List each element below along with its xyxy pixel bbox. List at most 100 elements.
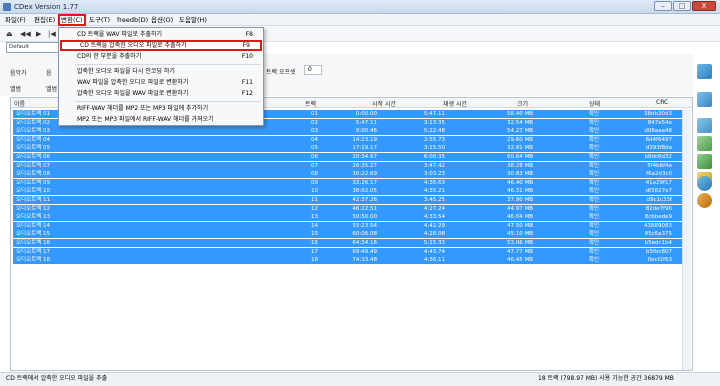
album-value[interactable]: 앨범 <box>46 84 57 93</box>
table-row[interactable]: 오디오트랙 13 13 50:50.00 4:33.54 46.04 MB 확인 8cbbe… <box>13 213 682 222</box>
track-number: 18 <box>311 257 318 264</box>
col-size[interactable]: 크기 <box>517 99 528 108</box>
menu-help[interactable]: 도움말(H) <box>178 15 208 25</box>
table-row[interactable]: 오디오트랙 14 14 55:23.54 4:42.29 47.50 MB 확인 43889… <box>13 221 682 230</box>
start-time: 38:02.05 <box>352 188 377 195</box>
col-track[interactable]: 트랙 <box>305 99 316 108</box>
status: 확인 <box>589 240 600 246</box>
extract-wav-icon[interactable] <box>697 64 712 79</box>
length: 6:00.35 <box>423 154 445 160</box>
menu-item-reencode[interactable]: 압축한 오디오 파일을 다시 인코딩 하기 <box>59 67 263 76</box>
menu-item-compressed-to-wav[interactable]: 압축한 오디오 파일을 WAV 파일로 변환하기 F12 <box>59 89 263 98</box>
length: 4:43.74 <box>423 248 445 255</box>
crc: d9c1c33f <box>646 197 672 203</box>
length: 3:45.25 <box>423 197 445 203</box>
menu-edit[interactable]: 편집(E) <box>33 15 56 25</box>
close-button[interactable]: X <box>692 1 716 11</box>
table-row[interactable]: 오디오트랙 07 07 26:35.27 3:47.42 38.28 MB 확인 5f4b6… <box>13 161 682 170</box>
col-status[interactable]: 상태 <box>589 99 600 108</box>
status: 확인 <box>589 222 600 229</box>
drive-select[interactable]: Default <box>6 42 66 53</box>
menu-item-extract-wav[interactable]: CD 트랙을 WAV 파일로 추출하기 F8 <box>59 30 263 39</box>
crc: f6a2d3c0 <box>646 171 672 178</box>
menu-convert[interactable]: 변환(C) <box>58 14 86 26</box>
table-row[interactable]: 오디오트랙 17 17 69:49.49 4:43.74 47.77 MB 확인 b5fbc… <box>13 247 682 256</box>
playlist-icon[interactable] <box>697 136 712 151</box>
crc: b5edc1b4 <box>644 240 672 246</box>
track-name: 오디오트랙 07 <box>16 162 51 169</box>
menu-options[interactable]: 옵션(O) <box>150 15 174 25</box>
minimize-button[interactable]: – <box>654 1 672 11</box>
status: 확인 <box>589 111 600 117</box>
size: 30.83 MB <box>506 171 533 178</box>
track-name: 오디오트랙 06 <box>16 154 51 160</box>
track-name: 오디오트랙 14 <box>16 222 51 229</box>
table-row[interactable]: 오디오트랙 18 18 74:33.48 4:36.11 46.45 MB 확인 0ecf2… <box>13 256 682 265</box>
app-icon <box>3 3 11 11</box>
track-number: 02 <box>311 119 318 126</box>
track-name: 오디오트랙 09 <box>16 179 51 186</box>
first-track-icon[interactable]: |◀ <box>48 30 57 38</box>
vertical-scrollbar[interactable] <box>682 109 691 370</box>
table-row[interactable]: 오디오트랙 09 09 33:26.17 4:35.63 46.40 MB 확인 41a29… <box>13 178 682 187</box>
track-name: 오디오트랙 13 <box>16 214 51 221</box>
table-row[interactable]: 오디오트랙 11 11 42:37.26 3:45.25 37.90 MB 확인 d9c1c… <box>13 196 682 204</box>
menu-file[interactable]: 파일(F) <box>4 15 27 25</box>
track-offset-input[interactable]: 0 <box>304 65 322 75</box>
menu-item-strip-riff-header[interactable]: MP2 또는 MP3 파일에서 RIFF-WAV 헤더를 가져오기 <box>59 115 263 124</box>
maximize-button[interactable]: □ <box>673 1 691 11</box>
start-time: 50:50.00 <box>352 214 377 221</box>
length: 3:47.42 <box>423 162 445 169</box>
track-number: 01 <box>311 111 318 117</box>
status: 확인 <box>589 171 600 178</box>
tag-icon[interactable] <box>697 154 712 169</box>
status: 확인 <box>589 257 600 264</box>
config-icon[interactable] <box>697 176 712 191</box>
track-number: 16 <box>311 240 318 246</box>
table-row[interactable]: 오디오트랙 05 05 17:19.17 3:15.50 32.91 MB 확인 d393f… <box>13 144 682 153</box>
size: 53.06 MB <box>506 240 533 246</box>
eject-icon[interactable]: ⏏ <box>6 30 15 38</box>
col-crc[interactable]: CRC <box>656 99 668 106</box>
table-row[interactable]: 오디오트랙 08 08 30:22.69 3:03.23 30.83 MB 확인 f6a2d… <box>13 170 682 179</box>
start-time: 17:19.17 <box>352 145 377 152</box>
track-table: 이름 트랙 시작 시간 재생 시간 크기 상태 CRC 오디오트랙 01 01 0:… <box>10 97 693 371</box>
table-row[interactable]: 오디오트랙 10 10 38:02.05 4:35.21 46.31 MB 확인 df382… <box>13 187 682 196</box>
col-start[interactable]: 시작 시간 <box>372 99 396 108</box>
title-bar: CDex Version 1.77 – □ X <box>0 0 720 14</box>
menu-item-extract-compressed[interactable]: CD 트랙을 압축한 오디오 파일로 추출하기 F9 <box>60 40 262 51</box>
track-number: 13 <box>311 214 318 221</box>
extract-compressed-icon[interactable] <box>697 92 712 107</box>
length: 4:28.08 <box>423 231 445 238</box>
table-row[interactable]: 오디오트랙 15 15 60:06.08 4:28.08 45.10 MB 확인 85c6a… <box>13 230 682 239</box>
table-row[interactable]: 오디오트랙 03 03 9:00.46 5:22.48 54.27 MB 확인 d06aaa… <box>13 127 682 136</box>
menu-tools[interactable]: 도구(T) <box>88 15 111 25</box>
artist-label: 음악가 <box>10 70 27 77</box>
table-row[interactable]: 오디오트랙 06 06 20:34.67 6:00.35 60.64 MB 확인 b8dc6… <box>13 153 682 161</box>
size: 47.77 MB <box>506 248 533 255</box>
start-time: 26:35.27 <box>352 162 377 169</box>
track-name: 오디오트랙 10 <box>16 188 51 195</box>
table-row[interactable]: 오디오트랙 04 04 14:23.19 2:55.73 29.60 MB 확인 6d4f6… <box>13 135 682 144</box>
convert-icon[interactable] <box>697 118 712 133</box>
exit-icon[interactable] <box>697 193 712 208</box>
menu-freedb[interactable]: freedb(D) <box>116 15 149 25</box>
start-time: 64:34.16 <box>352 240 377 246</box>
crc: 0ecf2f63 <box>647 257 672 264</box>
crc: 8cbbede9 <box>644 214 672 221</box>
menu-item-wav-to-compressed[interactable]: WAV 파일을 압축한 오디오 파일로 변환하기 F11 <box>59 78 263 87</box>
window-title: CDex Version 1.77 <box>14 3 79 11</box>
artist-value[interactable]: 음 <box>46 68 52 77</box>
table-row[interactable]: 오디오트랙 12 12 46:22.51 4:27.24 44.97 MB 확인 82de7… <box>13 204 682 213</box>
length: 4:35.21 <box>423 188 445 195</box>
length: 5:15.33 <box>423 240 445 246</box>
size: 47.50 MB <box>506 222 533 229</box>
menu-item-extract-partial[interactable]: CD의 한 부분을 추출하기 F10 <box>59 52 263 61</box>
menu-item-add-riff-header[interactable]: RIFF-WAV 헤더를 MP2 또는 MP3 파일에 추가하기 <box>59 104 263 113</box>
rewind-icon[interactable]: ▶ <box>36 30 45 38</box>
col-name[interactable]: 이름 <box>14 99 25 108</box>
menu-separator <box>75 64 261 65</box>
table-row[interactable]: 오디오트랙 16 16 64:34.16 5:15.33 53.06 MB 확인 b5edc… <box>13 239 682 247</box>
col-length[interactable]: 재생 시간 <box>443 99 467 108</box>
prev-track-icon[interactable]: ◀◀ <box>20 30 31 38</box>
